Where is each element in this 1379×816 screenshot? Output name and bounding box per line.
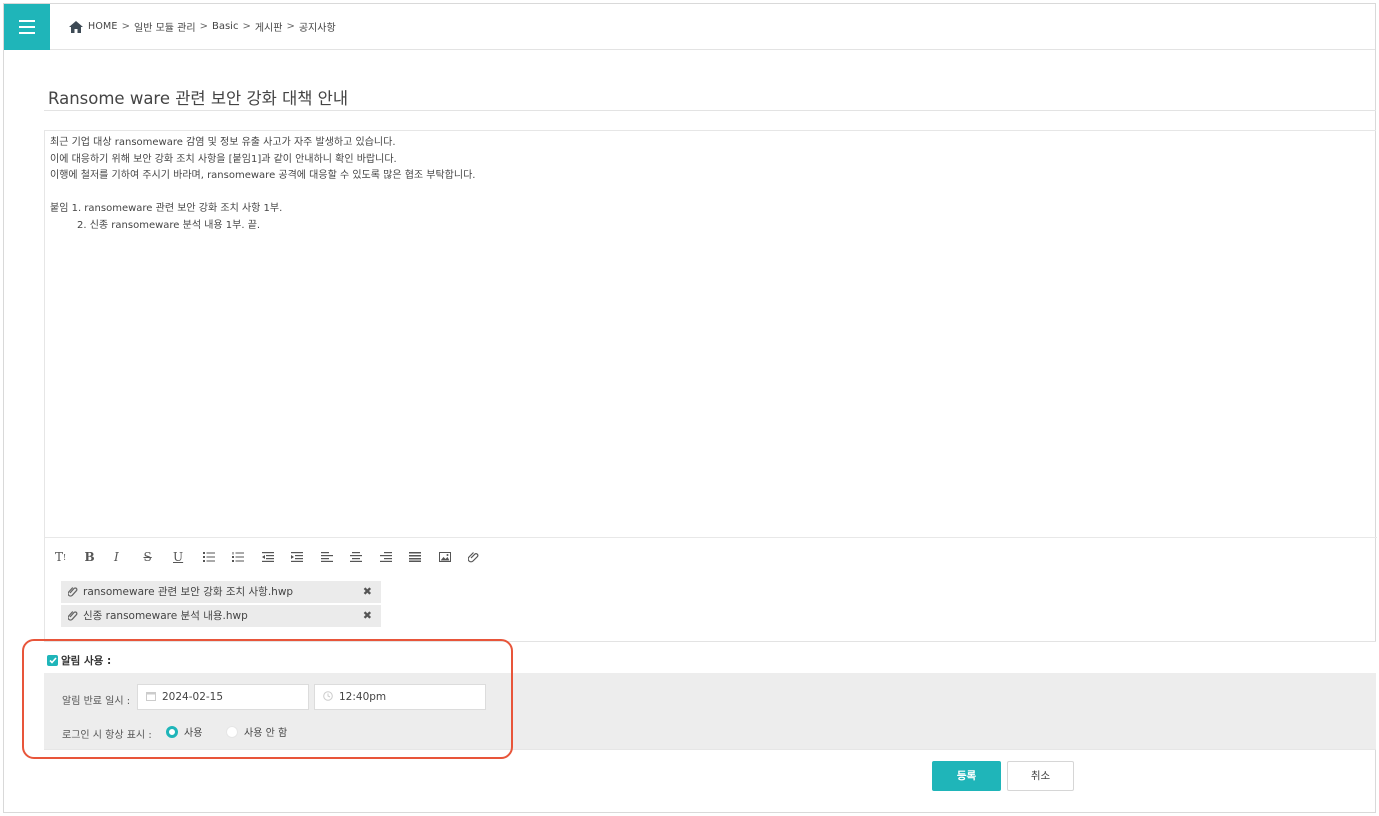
- cancel-button[interactable]: 취소: [1007, 761, 1074, 791]
- align-justify-icon[interactable]: [409, 549, 439, 565]
- breadcrumb-separator: >: [286, 21, 295, 32]
- post-title-input[interactable]: Ransome ware 관련 보안 강화 대책 안내: [48, 85, 348, 109]
- body-line: 최근 기업 대상 ransomeware 감염 및 정보 유출 사고가 자주 발…: [50, 137, 396, 148]
- breadcrumb-item[interactable]: Basic: [212, 21, 238, 32]
- breadcrumb-separator: >: [121, 21, 131, 32]
- align-left-icon[interactable]: [320, 549, 351, 565]
- paperclip-icon: [68, 611, 78, 621]
- breadcrumb-item[interactable]: 일반 모듈 관리: [134, 19, 196, 34]
- text-size-icon[interactable]: T!: [55, 549, 85, 565]
- underline-icon[interactable]: U: [173, 549, 203, 565]
- image-icon[interactable]: [438, 549, 469, 565]
- editor-body[interactable]: 최근 기업 대상 ransomeware 감염 및 정보 유출 사고가 자주 발…: [50, 135, 475, 234]
- breadcrumb-item[interactable]: 게시판: [255, 19, 283, 34]
- attached-file-item[interactable]: ransomeware 관련 보안 강화 조치 사항.hwp ✖: [61, 581, 381, 603]
- bold-icon[interactable]: B: [85, 549, 115, 565]
- italic-icon[interactable]: I: [114, 549, 144, 565]
- highlight-annotation: [22, 639, 513, 759]
- breadcrumb-home[interactable]: HOME: [88, 21, 118, 32]
- divider: [45, 537, 1377, 538]
- breadcrumb-separator: >: [242, 21, 251, 32]
- top-bar: HOME > 일반 모듈 관리 > Basic > 게시판 > 공지사항: [4, 4, 1375, 50]
- strikethrough-icon[interactable]: S: [144, 549, 174, 565]
- hamburger-menu-icon[interactable]: [4, 4, 50, 50]
- breadcrumb: HOME > 일반 모듈 관리 > Basic > 게시판 > 공지사항: [68, 19, 336, 34]
- paperclip-icon: [68, 587, 78, 597]
- attachment-line: 붙임 1. ransomeware 관련 보안 강화 조치 사항 1부.: [50, 203, 283, 214]
- body-line: 이에 대응하기 위해 보안 강화 조치 사항을 [붙임1]과 같이 안내하니 확…: [50, 153, 397, 165]
- file-name: ransomeware 관련 보안 강화 조치 사항.hwp: [83, 586, 294, 598]
- attach-icon[interactable]: [468, 549, 498, 565]
- remove-file-icon[interactable]: ✖: [363, 581, 372, 603]
- numbered-list-icon[interactable]: [232, 549, 262, 565]
- submit-button[interactable]: 등록: [932, 761, 1001, 791]
- remove-file-icon[interactable]: ✖: [363, 605, 372, 627]
- outdent-icon[interactable]: [261, 549, 292, 565]
- home-icon[interactable]: [68, 20, 84, 34]
- file-name: 신종 ransomeware 분석 내용.hwp: [83, 610, 248, 622]
- align-center-icon[interactable]: [350, 549, 380, 565]
- attached-files: ransomeware 관련 보안 강화 조치 사항.hwp ✖ 신종 rans…: [61, 581, 381, 629]
- breadcrumb-item-current[interactable]: 공지사항: [299, 19, 336, 34]
- body-line: 이행에 철저를 기하여 주시기 바라며, ransomeware 공격에 대응할…: [50, 170, 476, 181]
- indent-icon[interactable]: [291, 549, 321, 565]
- align-right-icon[interactable]: [379, 549, 410, 565]
- breadcrumb-separator: >: [199, 21, 208, 32]
- bullet-list-icon[interactable]: [202, 549, 233, 565]
- attached-file-item[interactable]: 신종 ransomeware 분석 내용.hwp ✖: [61, 605, 381, 627]
- editor[interactable]: 최근 기업 대상 ransomeware 감염 및 정보 유출 사고가 자주 발…: [44, 130, 1377, 640]
- editor-toolbar: T! B I S U: [55, 549, 498, 565]
- attachment-line: 2. 신종 ransomeware 분석 내용 1부. 끝.: [77, 219, 261, 231]
- divider: [44, 110, 1376, 111]
